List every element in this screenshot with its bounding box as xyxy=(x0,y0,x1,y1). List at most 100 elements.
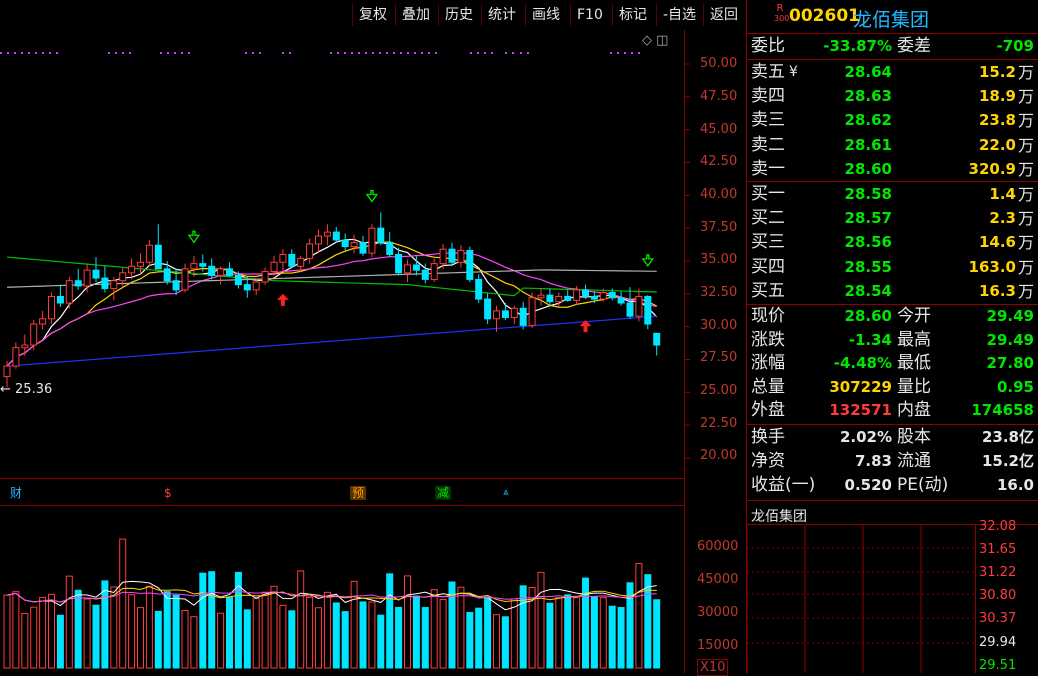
volume-bar xyxy=(555,597,563,669)
candle-body xyxy=(74,280,82,287)
signal-dot xyxy=(35,52,37,54)
candle-body xyxy=(83,269,91,287)
candle-body xyxy=(430,263,438,280)
volume-bar xyxy=(386,573,394,669)
stat-value: 29.49 xyxy=(986,330,1034,349)
event-forecast-icon[interactable]: 预 xyxy=(350,486,367,500)
signal-dot xyxy=(188,52,190,54)
signal-dot xyxy=(49,52,51,54)
buy-price: 28.55 xyxy=(844,257,892,276)
candle-body xyxy=(323,231,331,237)
candle-body xyxy=(163,268,171,282)
fund-label: PE(动) xyxy=(897,475,949,495)
stat-value: 132571 xyxy=(829,401,892,420)
signal-dot xyxy=(167,52,169,54)
buy-volume: 1.4 xyxy=(989,185,1016,203)
toolbar-fanhui-button[interactable]: 返回 xyxy=(703,4,744,26)
candle-body xyxy=(48,295,55,320)
toolbar-biaoji-button[interactable]: 标记 xyxy=(612,4,653,26)
stat-row: 外盘 132571 内盘 174658 xyxy=(751,399,1034,422)
sell-volume: 23.8 xyxy=(978,111,1016,130)
volume-tick: 45000 xyxy=(697,572,739,587)
volume-tick: 30000 xyxy=(697,605,739,620)
mini-tick: 31.65 xyxy=(979,542,1017,557)
price-tick: 25.00 xyxy=(700,383,738,398)
stock-name[interactable]: 龙佰集团 xyxy=(853,5,929,32)
volume-bar xyxy=(110,586,118,669)
toolbar-fuquan-button[interactable]: 复权 xyxy=(352,4,393,26)
signal-dot xyxy=(484,52,486,54)
volume-bar xyxy=(297,570,305,669)
weicha-label: 委差 xyxy=(897,36,931,56)
volume-bar xyxy=(653,599,661,669)
volume-bar xyxy=(92,604,100,669)
sell-level-label: 卖一 xyxy=(751,158,785,179)
signal-dot xyxy=(42,52,44,54)
stat-value: 307229 xyxy=(829,377,892,396)
signal-dot xyxy=(610,52,612,54)
toolbar-huaxian-button[interactable]: 画线 xyxy=(525,4,566,26)
candle-body xyxy=(65,280,73,304)
toolbar-f10-button[interactable]: F10 xyxy=(570,4,609,26)
stat-label: 内盘 xyxy=(897,400,931,421)
buy-level-label: 买一 xyxy=(751,184,785,204)
price-tick: 47.50 xyxy=(700,89,738,104)
sell-volume: 22.0 xyxy=(978,135,1016,154)
candle-body xyxy=(119,272,127,282)
buy-row: 买二 28.57 2.3 万 xyxy=(751,207,1034,230)
chart-toolbar: 复权 叠加 历史 统计 画线 F10 标记 -自选 返回 xyxy=(0,0,746,30)
event-reduce-icon[interactable]: 减 xyxy=(435,486,452,500)
sell-level-label: 卖四 xyxy=(751,86,785,107)
signal-dot xyxy=(428,52,430,54)
volume-bar xyxy=(190,616,198,669)
stat-value: 0.95 xyxy=(996,377,1034,396)
buy-price: 28.56 xyxy=(844,233,892,252)
candle-body xyxy=(252,281,260,291)
candle-body xyxy=(635,295,643,317)
signal-dot xyxy=(400,52,402,54)
candle-body xyxy=(404,264,411,274)
volume-bar xyxy=(546,602,554,669)
volume-bar xyxy=(430,589,438,669)
volume-bar xyxy=(145,585,153,669)
chart-option-icons[interactable]: ◇ ◫ xyxy=(642,33,668,48)
toolbar-tongji-button[interactable]: 统计 xyxy=(481,4,522,26)
signal-dot xyxy=(108,52,110,54)
candle-body xyxy=(350,242,358,248)
toolbar-lishi-button[interactable]: 历史 xyxy=(438,4,479,26)
kline-chart-area[interactable]: 复权 叠加 历史 统计 画线 F10 标记 -自选 返回 ◇ ◫ 50.00 4… xyxy=(0,0,746,676)
buy-volume: 163.0 xyxy=(968,257,1016,276)
sell-row: 卖二 28.61 22.0 万 xyxy=(751,134,1034,157)
event-finance-icon[interactable]: 财 xyxy=(8,486,24,500)
candle-body xyxy=(154,244,162,270)
candle-body xyxy=(368,227,376,254)
buy-level-label: 买四 xyxy=(751,256,785,277)
event-dividend-icon[interactable]: $ xyxy=(162,486,174,500)
volume-bar xyxy=(12,591,20,669)
toolbar-zixuan-button[interactable]: -自选 xyxy=(656,4,702,26)
sell-mark: ¥ xyxy=(789,64,798,80)
candle-body xyxy=(30,323,38,346)
candle-body xyxy=(608,292,616,299)
stat-label: 现价 xyxy=(751,306,785,326)
buy-unit: 万 xyxy=(1017,257,1034,277)
toolbar-diejia-button[interactable]: 叠加 xyxy=(395,4,436,26)
signal-dot xyxy=(337,52,339,54)
volume-bar xyxy=(501,616,509,669)
signal-dot xyxy=(505,52,507,54)
signal-dot xyxy=(14,52,16,54)
candle-body xyxy=(12,347,20,367)
signal-dot xyxy=(407,52,409,54)
kline-chart[interactable] xyxy=(0,0,746,673)
signal-dot xyxy=(28,52,30,54)
volume-bar xyxy=(65,575,73,669)
volume-bar xyxy=(599,597,607,669)
candle-body xyxy=(234,274,242,286)
volume-bar xyxy=(644,574,652,669)
buy-unit: 万 xyxy=(1017,209,1034,229)
candle-body xyxy=(359,242,367,254)
price-tick: 37.50 xyxy=(700,220,738,235)
event-mark-icon[interactable]: ⩓ xyxy=(501,486,511,500)
price-tick: 30.00 xyxy=(700,318,738,333)
signal-dot xyxy=(435,52,437,54)
